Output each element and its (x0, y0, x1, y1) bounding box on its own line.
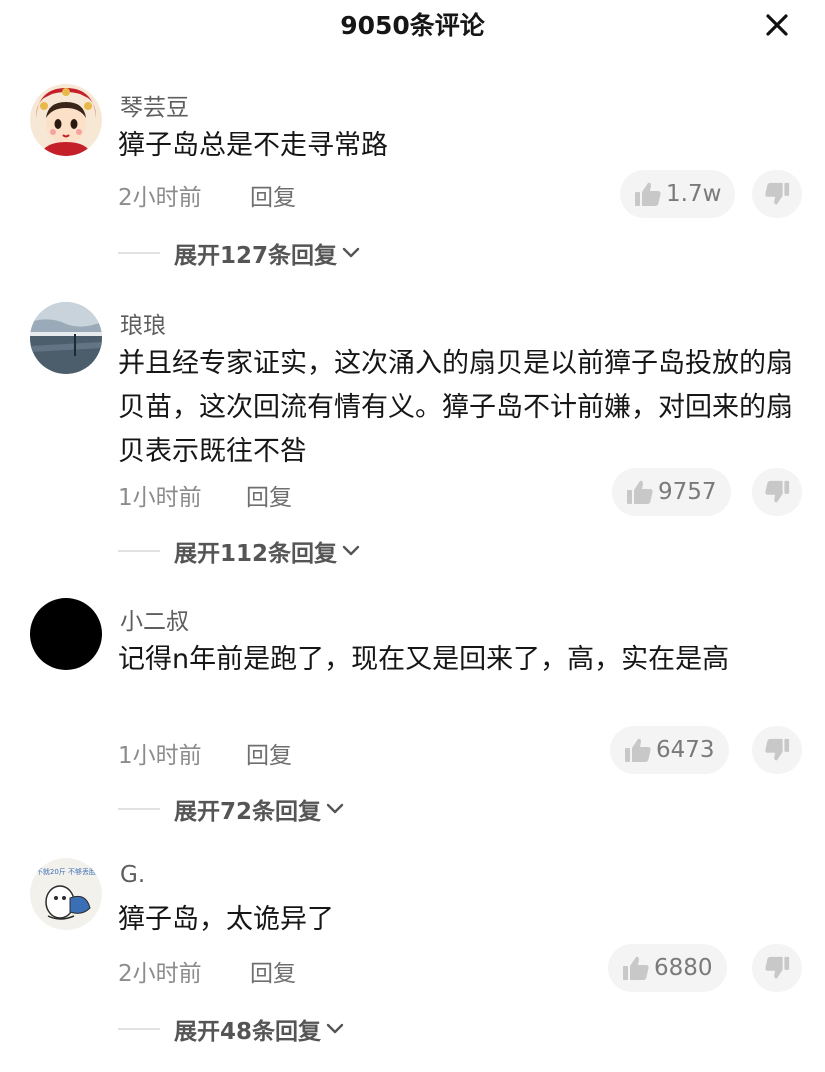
thumbs-up-icon (623, 956, 649, 980)
divider-line (118, 1028, 160, 1030)
thumbs-down-icon (765, 738, 790, 761)
expand-replies[interactable]: 展开112条回复 (118, 534, 361, 568)
username[interactable]: 小二叔 (120, 602, 189, 636)
like-count: 9757 (658, 479, 717, 505)
comment-time: 2小时前 (118, 961, 202, 987)
username[interactable]: G. (120, 862, 145, 888)
like-button[interactable]: 6880 (608, 944, 727, 992)
thumbs-down-icon (765, 956, 790, 979)
like-button[interactable]: 6473 (610, 726, 729, 774)
like-count: 6473 (656, 737, 715, 763)
dislike-button[interactable] (752, 944, 802, 992)
comment-text: 并且经专家证实，这次涌入的扇贝是以前獐子岛投放的扇贝苗，这次回流有情有义。獐子岛… (118, 348, 793, 467)
username[interactable]: 琴芸豆 (120, 88, 189, 122)
comment-text: 记得n年前是跑了，现在又是回来了，高，实在是高 (118, 644, 730, 675)
divider-line (118, 808, 160, 810)
comments-title: 9050条评论 (340, 11, 485, 40)
like-button[interactable]: 9757 (612, 468, 731, 516)
dislike-button[interactable] (752, 468, 802, 516)
avatar[interactable]: 不就20斤 不够丢脸 (30, 858, 102, 930)
comment-time: 2小时前 (118, 185, 202, 211)
chevron-down-icon (342, 247, 360, 258)
thumbs-up-icon (625, 738, 651, 762)
username[interactable]: 琅琅 (120, 306, 166, 340)
reply-button[interactable]: 回复 (250, 178, 296, 212)
avatar[interactable] (30, 84, 102, 156)
dislike-button[interactable] (752, 170, 802, 218)
black-avatar-icon (30, 598, 102, 670)
expand-replies[interactable]: 展开72条回复 (118, 792, 345, 826)
seascape-avatar-icon (30, 302, 102, 374)
comment-text: 獐子岛总是不走寻常路 (118, 130, 388, 161)
thumbs-down-icon (765, 182, 790, 205)
svg-text:不就20斤 不够丢脸: 不就20斤 不够丢脸 (36, 867, 96, 876)
comment-item: 不就20斤 不够丢脸 G. 獐子岛，太诡异了 2小时前 回复 6880 展开48… (0, 858, 825, 1058)
cartoon-avatar-icon: 不就20斤 不够丢脸 (30, 858, 102, 930)
expand-replies[interactable]: 展开48条回复 (118, 1012, 345, 1046)
cartoon-girl-avatar-icon (30, 84, 102, 156)
like-count: 1.7w (666, 181, 722, 207)
thumbs-up-icon (627, 480, 653, 504)
divider-line (118, 550, 160, 552)
comment-item: 琴芸豆 獐子岛总是不走寻常路 2小时前 回复 1.7w 展开127条回复 (0, 84, 825, 280)
avatar[interactable] (30, 302, 102, 374)
comment-text: 獐子岛，太诡异了 (118, 904, 334, 935)
like-button[interactable]: 1.7w (620, 170, 736, 218)
expand-replies[interactable]: 展开127条回复 (118, 236, 361, 270)
comments-header: 9050条评论 (0, 0, 825, 48)
expand-replies-label: 展开127条回复 (174, 243, 338, 269)
avatar[interactable] (30, 598, 102, 670)
comment-time: 1小时前 (118, 485, 202, 511)
close-icon[interactable] (762, 10, 792, 40)
chevron-down-icon (326, 803, 344, 814)
reply-button[interactable]: 回复 (250, 954, 296, 988)
comment-item: 琅琅 并且经专家证实，这次涌入的扇贝是以前獐子岛投放的扇贝苗，这次回流有情有义。… (0, 302, 825, 572)
expand-replies-label: 展开112条回复 (174, 541, 338, 567)
close-button[interactable] (762, 10, 792, 40)
thumbs-up-icon (635, 182, 661, 206)
comment-item: 小二叔 记得n年前是跑了，现在又是回来了，高，实在是高 1小时前 回复 6473… (0, 598, 825, 828)
dislike-button[interactable] (752, 726, 802, 774)
expand-replies-label: 展开72条回复 (174, 799, 322, 825)
reply-button[interactable]: 回复 (246, 736, 292, 770)
reply-button[interactable]: 回复 (246, 478, 292, 512)
thumbs-down-icon (765, 480, 790, 503)
comment-time: 1小时前 (118, 743, 202, 769)
chevron-down-icon (326, 1023, 344, 1034)
like-count: 6880 (654, 955, 713, 981)
expand-replies-label: 展开48条回复 (174, 1019, 322, 1045)
divider-line (118, 252, 160, 254)
chevron-down-icon (342, 545, 360, 556)
comments-panel: 9050条评论 琴芸豆 獐子岛总是不走寻常路 2小时前 回复 1.7w 展开12… (0, 0, 825, 1072)
